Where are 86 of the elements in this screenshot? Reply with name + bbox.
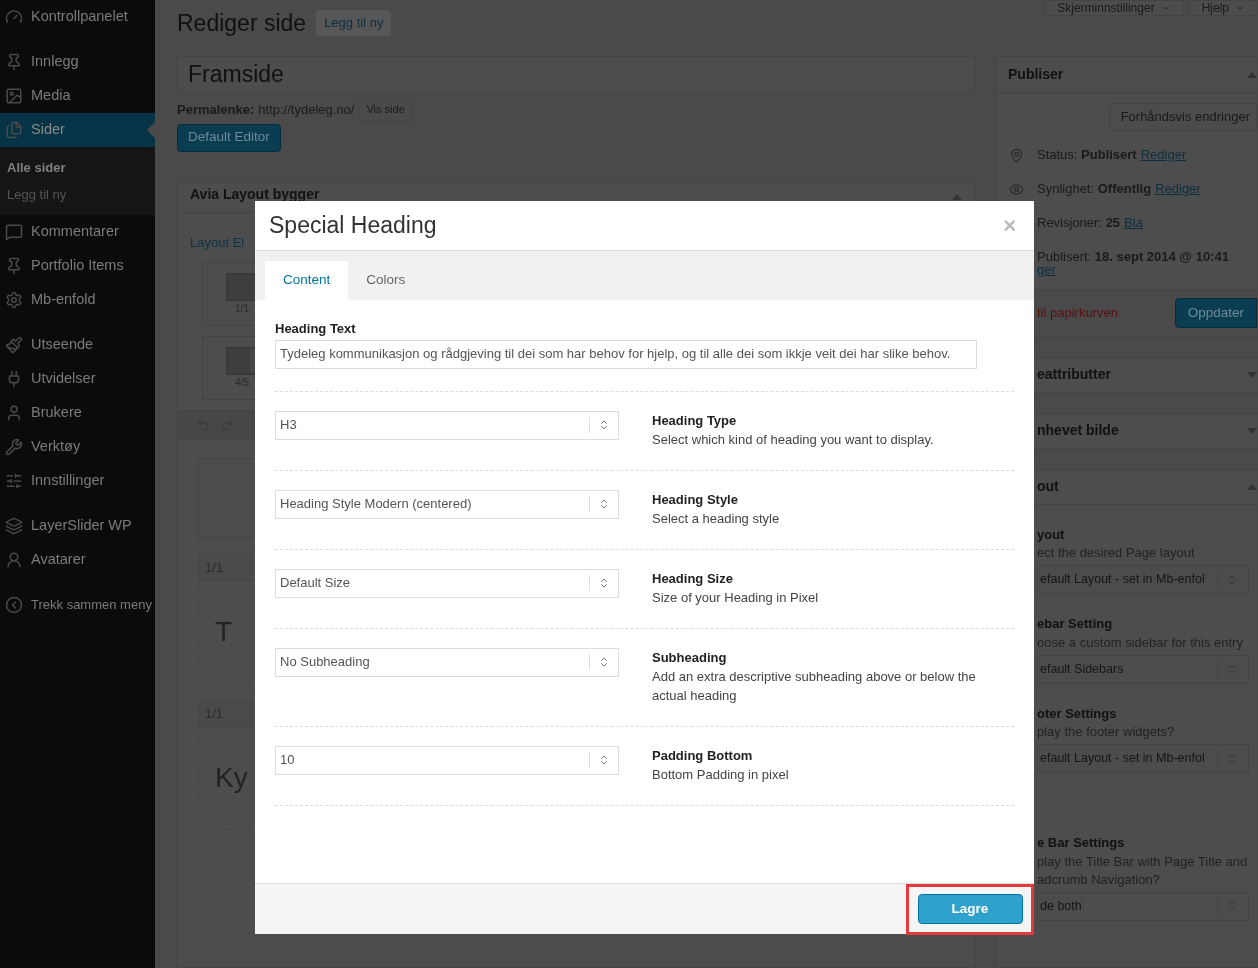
sidebar-item[interactable]: Utvidelser [0,362,155,396]
updown-arrows-icon [598,577,610,589]
sidebar-item[interactable]: Trekk sammen meny [0,588,155,622]
field-label: Heading Size [652,569,734,588]
updown-arrows-icon [598,419,610,431]
text-field[interactable]: Tydeleg kommunikasjon og rådgjeving til dei som har behov for hjelp, og til alle dei som ikkje veit dei har slike behov. [275,339,977,369]
page-title: Rediger side [177,8,307,38]
updown-arrows-icon [598,498,610,510]
edit-link[interactable]: Rediger [1140,145,1187,165]
pin-icon [5,257,23,275]
updown-arrows-icon [1226,573,1238,586]
setting-title: oter Settings [1037,704,1118,723]
sidebar-item[interactable]: LayerSlider WP [0,509,155,543]
field-label: Heading Type [652,411,738,430]
user-icon [5,551,23,569]
user-icon [5,404,23,422]
gear-icon [5,291,23,309]
sidebar-item[interactable]: Verktøy [0,430,155,464]
sliders-icon [5,472,23,490]
update-button[interactable]: Oppdater [1174,298,1257,328]
updown-arrows-icon [598,656,610,668]
setting-title: ebar Setting [1037,615,1114,633]
field-description: Bottom Padding in pixel [652,766,790,784]
wrench-icon [5,438,23,456]
modal-title: Special Heading [269,211,437,241]
pin-icon [1009,147,1024,163]
split-columns-icon [226,346,258,375]
field-label: Padding Bottom [652,746,754,765]
title-field[interactable]: Framside [177,56,975,93]
caret-icon [1235,3,1245,13]
select-field[interactable]: 10 [275,745,619,775]
sidebar-item[interactable]: Innstillinger [0,464,155,498]
sidebar-item[interactable]: Mb-enfold [0,283,155,317]
edit-link[interactable]: Bla [1124,213,1143,233]
tab[interactable]: Content [265,261,349,300]
updown-arrows-icon [598,754,610,766]
panel-title: Publiser [1008,65,1064,84]
add-new-button[interactable]: Legg til ny [316,10,392,36]
layers-icon [5,517,23,535]
submenu-item[interactable]: Alle sider [0,154,155,181]
setting-title: yout [1037,525,1066,544]
select-field[interactable]: Heading Style Modern (centered) [275,489,619,519]
edit-link[interactable]: Rediger [1155,179,1201,199]
collapse-triangle-icon [1247,71,1257,78]
submenu-item[interactable]: Legg til ny [0,181,155,208]
field-label: Heading Style [652,490,739,509]
edit-link[interactable]: ger [1037,260,1056,280]
updown-arrows-icon [1226,752,1238,765]
current-pointer-icon [147,122,155,138]
sidebar-item[interactable]: Kontrollpanelet [0,0,155,34]
close-button[interactable]: × [1003,214,1016,237]
full-column-icon [226,272,258,301]
caret-icon [1160,3,1171,13]
setting-title: e Bar Settings [1037,834,1126,852]
sidebar-item[interactable]: Media [0,79,155,113]
field-description: Select a heading style [652,510,781,528]
sidebar-item[interactable]: Utseende [0,328,155,362]
sidebar-item[interactable]: Brukere [0,396,155,430]
pin-icon [5,53,23,71]
updown-arrows-icon [1226,900,1238,912]
field-description: Add an extra descriptive subheading above or below the actual heading [652,668,977,705]
expand-triangle-icon [1247,371,1257,378]
field-description: Select which kind of heading you want to display. [652,431,935,449]
image-icon [5,87,23,105]
sidebar-item[interactable]: Portfolio Items [0,249,155,283]
eye-icon [1009,181,1024,197]
sidebar-item[interactable]: Innlegg [0,45,155,79]
sidebar-item[interactable]: Kommentarer [0,215,155,249]
tab[interactable]: Colors [348,261,424,300]
updown-arrows-icon [1226,663,1238,675]
sidebar-item[interactable]: Avatarer [0,543,155,577]
expand-triangle-icon [1247,427,1257,434]
trash-link[interactable]: til papirkurven [1037,303,1118,323]
default-editor-button[interactable]: Default Editor [177,123,281,152]
select-field[interactable]: No Subheading [275,647,619,677]
collapse-triangle-icon [1247,483,1257,490]
select-field[interactable]: H3 [275,410,619,440]
speech-bubble-icon [5,223,23,241]
field-description: Size of your Heading in Pixel [652,589,820,607]
save-button[interactable]: Lagre [917,894,1023,924]
pages-icon [5,121,23,139]
gauge-icon [5,8,23,26]
select-field[interactable]: Default Size [275,568,619,598]
sidebar-item[interactable]: Sider [0,113,155,147]
field-label: Subheading [652,648,728,667]
paintbrush-icon [5,336,23,354]
